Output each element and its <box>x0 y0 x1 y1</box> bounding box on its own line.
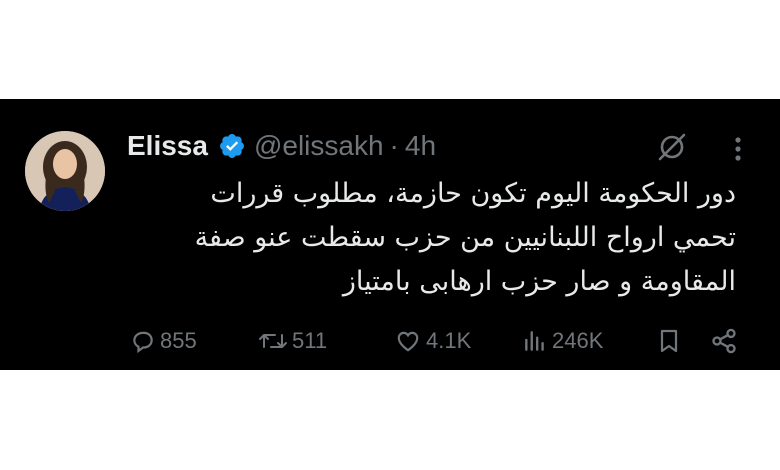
like-button[interactable]: 4.1K <box>394 322 471 360</box>
author-name[interactable]: Elissa <box>127 130 208 162</box>
author-handle[interactable]: @elissakh <box>254 130 384 162</box>
views-button[interactable]: 246K <box>522 322 603 360</box>
grok-icon[interactable] <box>656 130 688 167</box>
bookmark-icon <box>660 329 678 353</box>
retweet-count: 511 <box>292 328 328 353</box>
more-icon[interactable] <box>728 134 748 169</box>
reply-count: 855 <box>160 328 197 353</box>
tweet-actions: 855 511 4.1K 246K <box>0 322 780 360</box>
header-separator: · <box>389 130 399 161</box>
tweet-text: دور الحكومة اليوم تكون حازمة، مطلوب قررا… <box>194 178 736 297</box>
retweet-icon <box>259 334 287 348</box>
reply-icon <box>133 331 153 354</box>
retweet-button[interactable]: 511 <box>258 322 327 360</box>
like-count: 4.1K <box>426 328 472 353</box>
views-count: 246K <box>552 328 604 353</box>
tweet-time[interactable]: 4h <box>405 130 436 162</box>
tweet-header: Elissa @elissakh · 4h <box>127 127 436 165</box>
views-icon <box>525 331 544 351</box>
verified-badge-icon <box>218 132 246 160</box>
share-button[interactable] <box>710 322 742 360</box>
like-icon <box>397 331 419 352</box>
bookmark-button[interactable] <box>657 322 685 360</box>
share-icon <box>712 328 736 354</box>
avatar-image <box>25 131 105 211</box>
avatar[interactable] <box>25 131 105 211</box>
reply-button[interactable]: 855 <box>130 322 197 360</box>
